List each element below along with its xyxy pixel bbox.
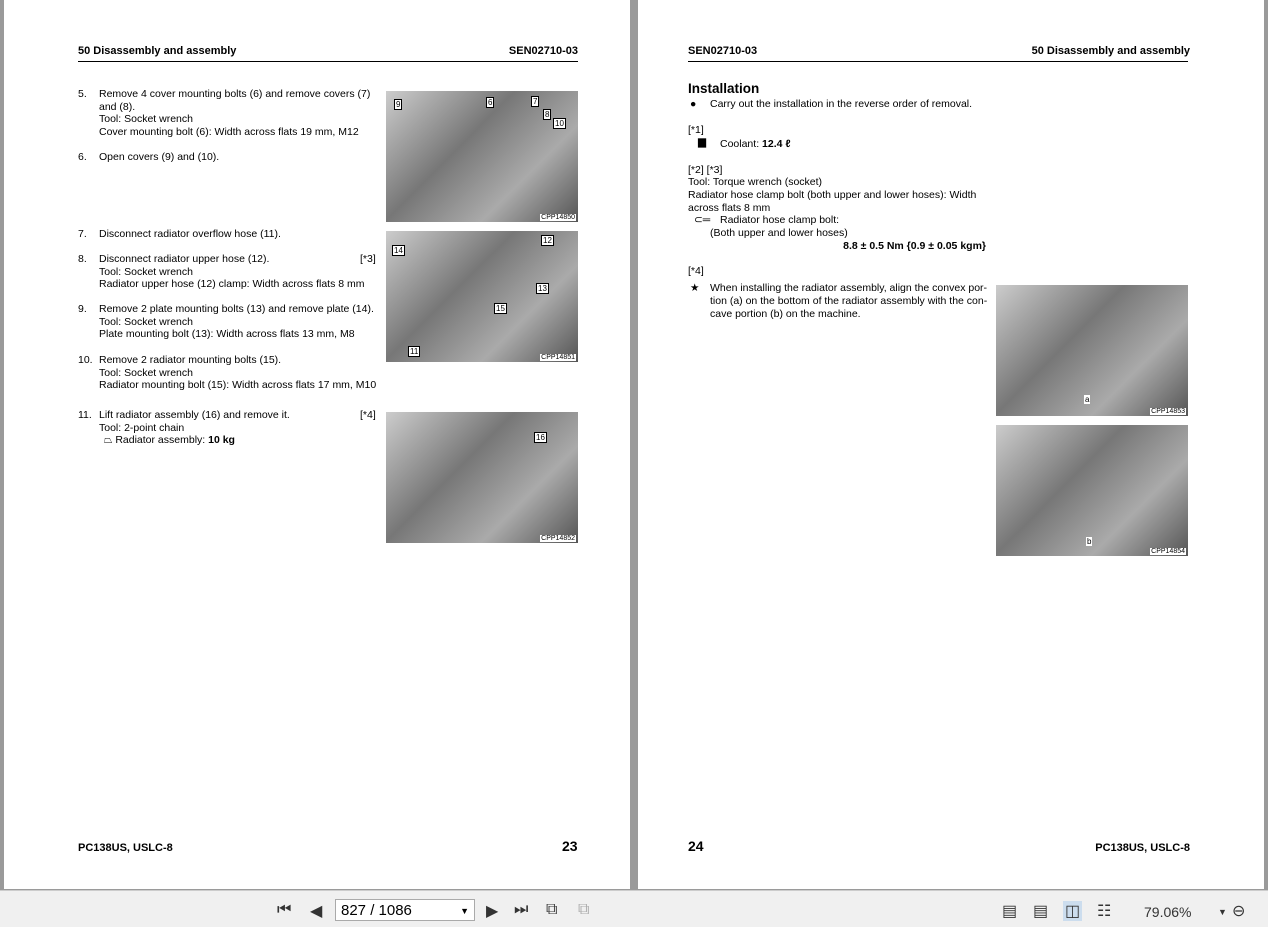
last-page-icon[interactable]: ⏭ bbox=[514, 901, 528, 919]
photo-convex: a CPP14853 bbox=[996, 285, 1188, 416]
single-page-view-icon[interactable]: ▤ bbox=[1002, 901, 1017, 921]
header-section: 50 Disassembly and assembly bbox=[78, 45, 237, 57]
photo-concave: b CPP14854 bbox=[996, 425, 1188, 556]
step-line: Open covers (9) and (10). bbox=[99, 151, 220, 163]
zoom-out-icon[interactable]: ⊖ bbox=[1232, 901, 1245, 921]
page-number: 23 bbox=[562, 838, 578, 854]
ref-2-3: [*2] [*3] bbox=[688, 164, 723, 176]
step-line: Radiator mounting bolt (15): Width acros… bbox=[99, 379, 377, 392]
coolant-text: Coolant: 12.4 ℓ bbox=[720, 138, 791, 150]
step-line: Tool: Socket wrench bbox=[99, 113, 193, 126]
note-line: When installing the radiator assembly, a… bbox=[710, 282, 988, 294]
step-line: Tool: Socket wrench bbox=[99, 315, 193, 328]
step-line: Tool: Socket wrench bbox=[99, 366, 193, 379]
zoom-dropdown-icon[interactable]: ▼ bbox=[1218, 907, 1227, 917]
torque-value: 8.8 ± 0.5 Nm {0.9 ± 0.05 kgm} bbox=[843, 240, 986, 252]
page-dropdown-icon[interactable]: ▼ bbox=[460, 900, 469, 922]
previous-page-icon[interactable]: ◀ bbox=[310, 901, 322, 921]
header-section: 50 Disassembly and assembly bbox=[1031, 45, 1190, 57]
coolant-can-icon: ▆ bbox=[698, 136, 707, 148]
right-page: SEN02710-03 50 Disassembly and assembly … bbox=[638, 0, 1264, 889]
step-line: Plate mounting bolt (13): Width across f… bbox=[99, 328, 355, 341]
left-page: 50 Disassembly and assembly SEN02710-03 … bbox=[4, 0, 630, 889]
step-line: Cover mounting bolt (6): Width across fl… bbox=[99, 125, 359, 138]
footer-model: PC138US, USLC-8 bbox=[1095, 842, 1190, 854]
go-back-icon[interactable]: ⧉ bbox=[546, 901, 557, 919]
wrench-icon: ⊂═ bbox=[694, 214, 711, 226]
torque-label: Radiator hose clamp bolt: bbox=[720, 214, 840, 226]
section-title: Installation bbox=[688, 81, 760, 96]
bullet-text: Carry out the installation in the revers… bbox=[710, 98, 973, 110]
star-icon: ★ bbox=[690, 282, 700, 294]
go-forward-icon[interactable]: ⧉ bbox=[578, 901, 589, 919]
two-page-view-icon[interactable]: ◫ bbox=[1063, 901, 1083, 921]
page-number: 24 bbox=[688, 838, 704, 854]
weight-icon: ⏢ bbox=[104, 434, 116, 447]
header-rule bbox=[78, 61, 578, 62]
header-rule bbox=[688, 61, 1188, 62]
step-line: Radiator upper hose (12) clamp: Width ac… bbox=[99, 278, 365, 291]
first-page-icon[interactable]: ⏮ bbox=[277, 901, 291, 919]
tool-line: Tool: Torque wrench (socket) bbox=[688, 176, 823, 188]
header-doc-id: SEN02710-03 bbox=[508, 45, 578, 57]
step-ref: [*4] bbox=[360, 409, 376, 421]
ref-4: [*4] bbox=[688, 265, 704, 277]
step-ref: [*3] bbox=[360, 253, 376, 265]
step-number: 11. bbox=[78, 409, 92, 421]
photo-hoses: 14 12 13 15 11 CPP14851 bbox=[386, 231, 578, 362]
step-number: 5. bbox=[78, 88, 87, 100]
note-line: cave portion (b) on the machine. bbox=[710, 308, 861, 320]
step-number: 8. bbox=[78, 253, 87, 265]
header-doc-id: SEN02710-03 bbox=[688, 45, 758, 57]
next-page-icon[interactable]: ▶ bbox=[486, 901, 498, 921]
torque-sub: (Both upper and lower hoses) bbox=[710, 227, 848, 239]
step-line: Tool: 2-point chain bbox=[99, 421, 185, 434]
step-line: Tool: Socket wrench bbox=[99, 265, 193, 278]
toolbar: ⏮ ◀ ▶ ⏭ ⧉ ⧉ ▤ ▤ ◫ ☷ 79.06% ▼ ⊖ bbox=[0, 890, 1268, 927]
step-line: Remove 2 radiator mounting bolts (15). bbox=[99, 354, 282, 366]
note-line: tion (a) on the bottom of the radiator a… bbox=[710, 295, 988, 307]
photo-radiator: 16 CPP14852 bbox=[386, 412, 578, 543]
tool-line: Radiator hose clamp bolt (both upper and… bbox=[688, 189, 977, 201]
footer-model: PC138US, USLC-8 bbox=[78, 842, 173, 854]
step-line: and (8). bbox=[99, 100, 136, 113]
two-page-continuous-icon[interactable]: ☷ bbox=[1097, 901, 1111, 921]
photo-covers: 9 6 7 8 10 CPP14850 bbox=[386, 91, 578, 222]
step-line: Disconnect radiator overflow hose (11). bbox=[99, 228, 281, 240]
weight-line: ⏢ Radiator assembly: 10 kg bbox=[104, 434, 235, 447]
tool-line: across flats 8 mm bbox=[688, 202, 771, 214]
page-number-input[interactable]: 827 / 1086 ▼ bbox=[335, 899, 475, 921]
step-number: 7. bbox=[78, 228, 87, 240]
step-number: 6. bbox=[78, 151, 87, 163]
zoom-level[interactable]: 79.06% bbox=[1144, 904, 1191, 920]
continuous-view-icon[interactable]: ▤ bbox=[1033, 901, 1048, 921]
ref-1: [*1] bbox=[688, 124, 704, 136]
step-line: Remove 4 cover mounting bolts (6) and re… bbox=[99, 88, 371, 100]
step-number: 10. bbox=[78, 354, 93, 366]
step-line: Remove 2 plate mounting bolts (13) and r… bbox=[99, 303, 374, 315]
step-line: Disconnect radiator upper hose (12). bbox=[99, 253, 270, 265]
step-number: 9. bbox=[78, 303, 87, 315]
step-line: Lift radiator assembly (16) and remove i… bbox=[99, 409, 290, 421]
bullet-icon: ● bbox=[690, 98, 697, 110]
